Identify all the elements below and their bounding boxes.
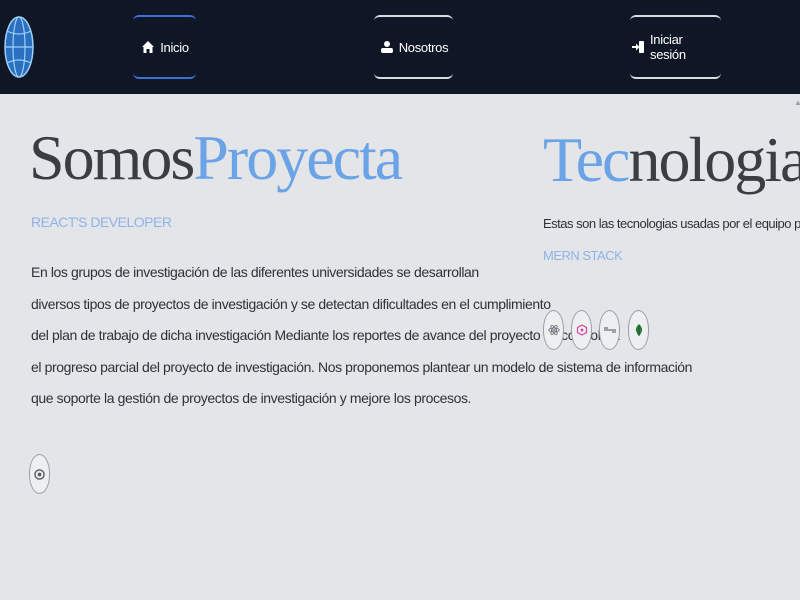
- hero-subtitle: REACT'S DEVELOPER: [31, 214, 172, 230]
- paragraph-line: del plan de trabajo de dicha investigaci…: [31, 327, 620, 343]
- github-icon[interactable]: [29, 454, 50, 494]
- hero-title-accent: Proyecta: [193, 122, 403, 193]
- login-icon: [630, 39, 646, 55]
- nav-nosotros-label: Nosotros: [398, 39, 449, 55]
- scrollbar-up-arrow[interactable]: ▲: [794, 98, 800, 108]
- paragraph-line: el progreso parcial del proyecto de inve…: [31, 358, 693, 375]
- express-icon[interactable]: [599, 310, 620, 350]
- react-icon[interactable]: [543, 310, 564, 350]
- graphql-icon[interactable]: [571, 310, 592, 350]
- tech-title-rest: nologias: [628, 124, 800, 195]
- nav-login-button[interactable]: Iniciar sesión: [630, 15, 721, 79]
- hero-title-prefix: Somos: [29, 122, 195, 193]
- home-icon: [140, 39, 156, 55]
- team-icon: [379, 39, 395, 55]
- hero-title: SomosProyecta: [29, 118, 403, 198]
- tech-title-accent: Tec: [543, 124, 630, 195]
- nav-login-label: Iniciar sesión: [650, 32, 686, 62]
- mongodb-icon[interactable]: [628, 310, 649, 350]
- paragraph-line: que soporte la gestión de proyectos de i…: [31, 390, 472, 406]
- tech-description: Estas son las tecnologias usadas por el …: [543, 216, 800, 231]
- paragraph-line: diversos tipos de proyectos de investiga…: [31, 295, 551, 312]
- nav-inicio-button[interactable]: Inicio: [133, 15, 196, 79]
- hero-paragraph: En los grupos de investigación de las di…: [31, 258, 693, 416]
- nav-inicio-label: Inicio: [160, 39, 189, 55]
- tech-stack-label: MERN STACK: [543, 248, 623, 263]
- paragraph-line: En los grupos de investigación de las di…: [31, 264, 479, 280]
- globe-icon[interactable]: [4, 15, 34, 79]
- tech-title: Tecnologias: [543, 120, 800, 200]
- top-navbar: Inicio Nosotros Iniciar sesión: [0, 0, 800, 94]
- nav-nosotros-button[interactable]: Nosotros: [374, 15, 453, 79]
